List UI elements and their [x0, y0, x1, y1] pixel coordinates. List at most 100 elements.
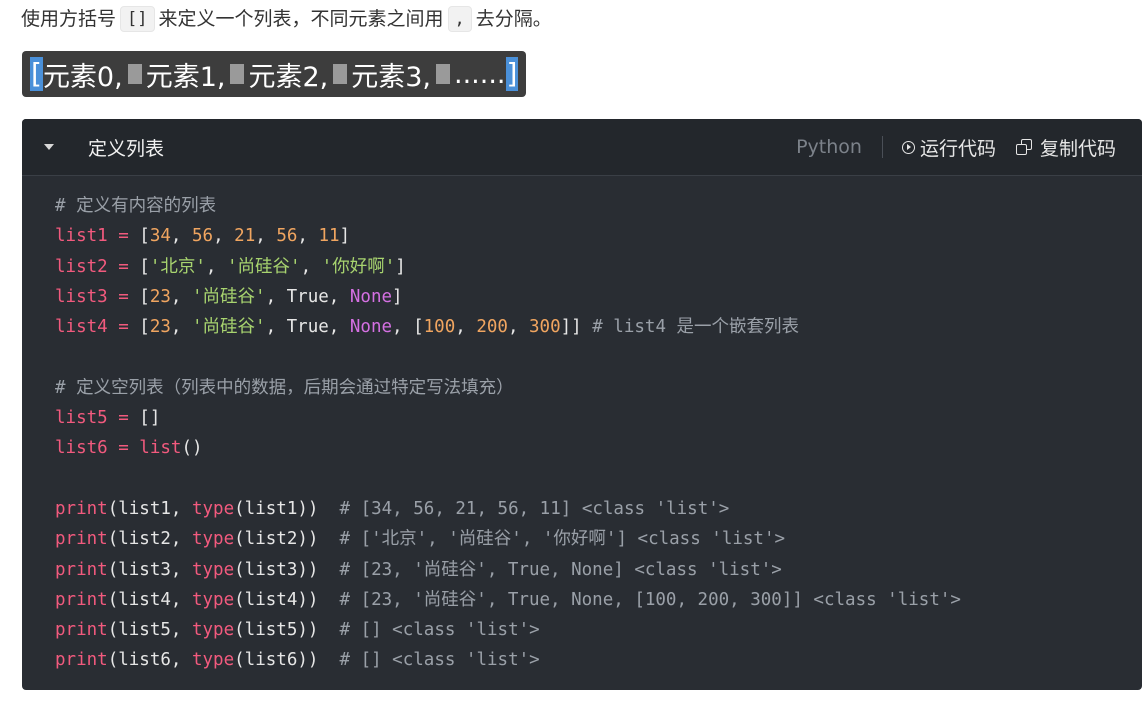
code-token: None [349, 317, 393, 338]
code-token: 56 [192, 226, 214, 247]
copy-icon [1015, 139, 1032, 155]
code-token: ] [339, 226, 351, 247]
intro-text-middle: 来定义一个列表，不同元素之间用 [158, 8, 444, 30]
code-token: ]] [560, 317, 593, 338]
syntax-open-bracket: [ [30, 57, 43, 91]
syntax-item-ellipsis: ...... [454, 58, 506, 90]
copy-code-button[interactable]: 复制代码 [1015, 134, 1116, 161]
code-token: , [213, 226, 235, 247]
code-token: = [107, 286, 140, 307]
code-token: = [107, 438, 140, 459]
code-token: , [170, 286, 192, 307]
code-token: list1 [55, 226, 108, 247]
code-token: print [55, 559, 108, 580]
code-token: '北京' [149, 256, 206, 277]
run-code-label: 运行代码 [919, 137, 996, 160]
code-token: list2 [55, 256, 108, 277]
code-line: list3 = [23, '尚硅谷', True, None] [55, 282, 1142, 312]
code-token: , [297, 226, 319, 247]
header-divider [881, 136, 883, 158]
collapse-caret-icon[interactable] [44, 144, 54, 150]
code-token: [ [139, 317, 150, 338]
code-token: '尚硅谷' [192, 317, 266, 338]
code-token: , True, [265, 286, 350, 307]
code-token: 23 [149, 317, 171, 338]
code-content: # 定义有内容的列表 list1 = [34, 56, 21, 56, 11] li… [22, 176, 1142, 676]
code-token: '尚硅谷' [227, 256, 301, 277]
code-token: (list6)) [234, 650, 340, 671]
code-token: ] [392, 286, 403, 307]
code-line: print(list5, type(list5)) # [] <class 'l… [55, 615, 1142, 645]
code-token: list5 [55, 408, 108, 429]
code-token: # [] <class 'list'> [339, 620, 540, 641]
copy-code-label: 复制代码 [1039, 137, 1116, 160]
syntax-space-marker [333, 64, 348, 84]
code-line: print(list1, type(list1)) # [34, 56, 21,… [55, 494, 1142, 524]
code-token: (list5)) [234, 620, 340, 641]
code-line: list2 = ['北京', '尚硅谷', '你好啊'] [55, 252, 1142, 282]
code-line: print(list2, type(list2)) # ['北京', '尚硅谷'… [55, 524, 1142, 554]
syntax-item-2: 元素2, [248, 61, 329, 93]
code-token: print [55, 589, 108, 610]
list-syntax-banner: [元素0, 元素1, 元素2, 元素3,......] [22, 51, 527, 97]
intro-text-before: 使用方括号 [21, 8, 117, 30]
code-token: , True, [265, 317, 350, 338]
syntax-item-3: 元素3, [351, 61, 431, 93]
code-token: # [34, 56, 21, 56, 11] <class 'list'> [339, 498, 730, 519]
code-token: ] [395, 256, 406, 277]
intro-text: 使用方括号[] 来定义一个列表，不同元素之间用, 去分隔。 [21, 4, 552, 34]
code-token: , [507, 317, 530, 338]
code-token: , [205, 256, 227, 277]
code-token: , [170, 317, 192, 338]
code-block: 定义列表 Python 运行代码 复制代码 # 定义有内容的列表 list1 = … [22, 119, 1142, 690]
code-token: (list2)) [234, 529, 340, 550]
code-token: (list2, [107, 529, 192, 550]
code-token: # [23, '尚硅谷', True, None] <class 'list'> [339, 559, 782, 580]
code-token: [ [139, 226, 150, 247]
code-line: print(list3, type(list3)) # [23, '尚硅谷', … [55, 555, 1142, 585]
code-token: (list3)) [234, 559, 340, 580]
syntax-space-marker [436, 64, 450, 84]
code-token: list [139, 438, 182, 459]
code-line: print(list4, type(list4)) # [23, '尚硅谷', … [55, 585, 1142, 615]
syntax-item-1: 元素1, [145, 61, 226, 93]
code-token: [] [139, 408, 161, 429]
code-token: (list1)) [234, 498, 340, 519]
code-line: list5 = [] [55, 403, 1142, 433]
code-token: (list4, [107, 589, 192, 610]
code-token: = [107, 317, 140, 338]
code-token: list3 [55, 286, 108, 307]
code-token: , [255, 226, 277, 247]
code-line: list4 = [23, '尚硅谷', True, None, [100, 20… [55, 312, 1142, 342]
syntax-item-0: 元素0, [42, 61, 123, 93]
code-token: # list4 是一个嵌套列表 [592, 317, 800, 338]
code-line: # 定义空列表（列表中的数据，后期会通过特定写法填充） [55, 373, 1142, 403]
code-token: 21 [234, 226, 256, 247]
code-token: # ['北京', '尚硅谷', '你好啊'] <class 'list'> [339, 529, 786, 550]
code-token: # [] <class 'list'> [339, 650, 540, 671]
code-token: (list5, [107, 620, 192, 641]
code-line: list1 = [34, 56, 21, 56, 11] [55, 221, 1142, 251]
code-token: # [23, '尚硅谷', True, None, [100, 200, 300… [339, 589, 961, 610]
code-token: 23 [149, 286, 171, 307]
code-token: 300 [529, 317, 561, 338]
run-code-button[interactable]: 运行代码 [901, 134, 996, 161]
code-token: (list4)) [234, 589, 340, 610]
code-token: = [107, 226, 140, 247]
code-token: 56 [276, 226, 298, 247]
code-token: type [191, 498, 235, 519]
code-token: # 定义空列表（列表中的数据，后期会通过特定写法填充） [55, 377, 514, 398]
code-token: = [107, 256, 140, 277]
code-token: () [181, 438, 203, 459]
code-line: print(list6, type(list6)) # [] <class 'l… [55, 645, 1142, 675]
code-token: 34 [149, 226, 171, 247]
code-token: 200 [476, 317, 508, 338]
code-token: 100 [423, 317, 456, 338]
inline-code-comma: , [447, 6, 472, 32]
code-token: (list1, [107, 498, 192, 519]
code-token: , [ [392, 317, 424, 338]
code-token: print [55, 650, 108, 671]
code-token: (list6, [107, 650, 192, 671]
